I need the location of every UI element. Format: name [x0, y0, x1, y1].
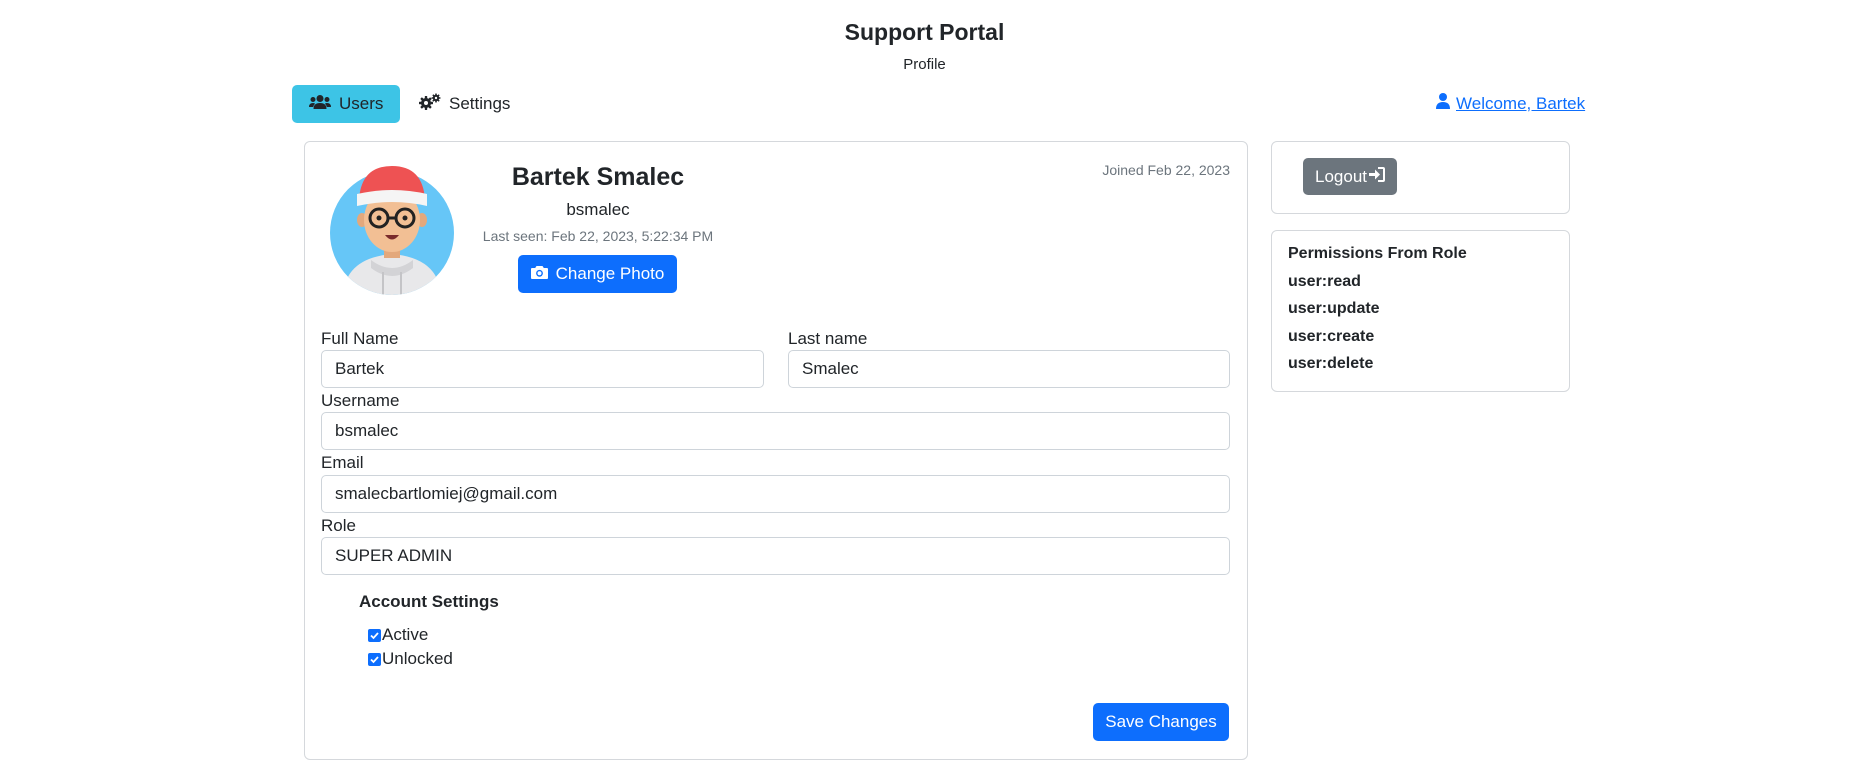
users-icon: [309, 94, 331, 115]
permission-item: user:read: [1288, 273, 1361, 290]
change-photo-button[interactable]: Change Photo: [518, 255, 677, 293]
role-input[interactable]: SUPER ADMIN: [321, 537, 1230, 575]
logout-button[interactable]: Logout: [1303, 158, 1397, 195]
welcome-label: Welcome, Bartek: [1456, 93, 1586, 113]
permission-item: user:delete: [1288, 355, 1374, 372]
permissions-title: Permissions From Role: [1288, 245, 1467, 262]
username-input[interactable]: bsmalec: [321, 412, 1230, 450]
last-seen: Last seen: Feb 22, 2023, 5:22:34 PM: [482, 228, 714, 244]
tab-settings[interactable]: Settings: [402, 85, 527, 123]
account-settings-title: Account Settings: [359, 592, 499, 611]
permission-item: user:update: [1288, 300, 1380, 317]
app-title: Support Portal: [844, 19, 1005, 45]
unlocked-label: Unlocked: [382, 649, 453, 668]
active-checkbox-row[interactable]: Active: [368, 625, 428, 645]
change-photo-label: Change Photo: [555, 264, 665, 283]
tab-users[interactable]: Users: [292, 85, 401, 123]
save-changes-button[interactable]: Save Changes: [1093, 703, 1229, 741]
first-name-label: Full Name: [321, 329, 399, 348]
username-label: Username: [321, 391, 400, 410]
email-label: Email: [321, 453, 364, 472]
profile-username: bsmalec: [566, 200, 630, 219]
email-input[interactable]: smalecbartlomiej@gmail.com: [321, 475, 1230, 513]
unlocked-checkbox-row[interactable]: Unlocked: [368, 649, 453, 669]
tab-settings-label: Settings: [449, 94, 511, 113]
avatar: [329, 160, 455, 296]
tab-users-label: Users: [339, 94, 384, 113]
last-name-label: Last name: [788, 329, 868, 348]
welcome-link[interactable]: Welcome, Bartek: [1436, 93, 1585, 114]
permission-item: user:create: [1288, 328, 1375, 345]
last-name-input[interactable]: Smalec: [788, 350, 1230, 388]
active-checkbox[interactable]: [368, 628, 381, 642]
gears-icon: [419, 93, 441, 116]
page-subtitle: Profile: [903, 56, 946, 73]
profile-name: Bartek Smalec: [511, 163, 685, 191]
camera-icon: [530, 264, 548, 284]
unlocked-checkbox[interactable]: [368, 652, 381, 666]
logout-label: Logout: [1315, 166, 1367, 186]
role-label: Role: [321, 516, 356, 535]
active-label: Active: [382, 625, 429, 644]
first-name-input[interactable]: Bartek: [321, 350, 764, 388]
user-icon: [1436, 93, 1450, 114]
joined-date: Joined Feb 22, 2023: [1102, 162, 1230, 178]
sign-in-icon: [1369, 166, 1385, 187]
